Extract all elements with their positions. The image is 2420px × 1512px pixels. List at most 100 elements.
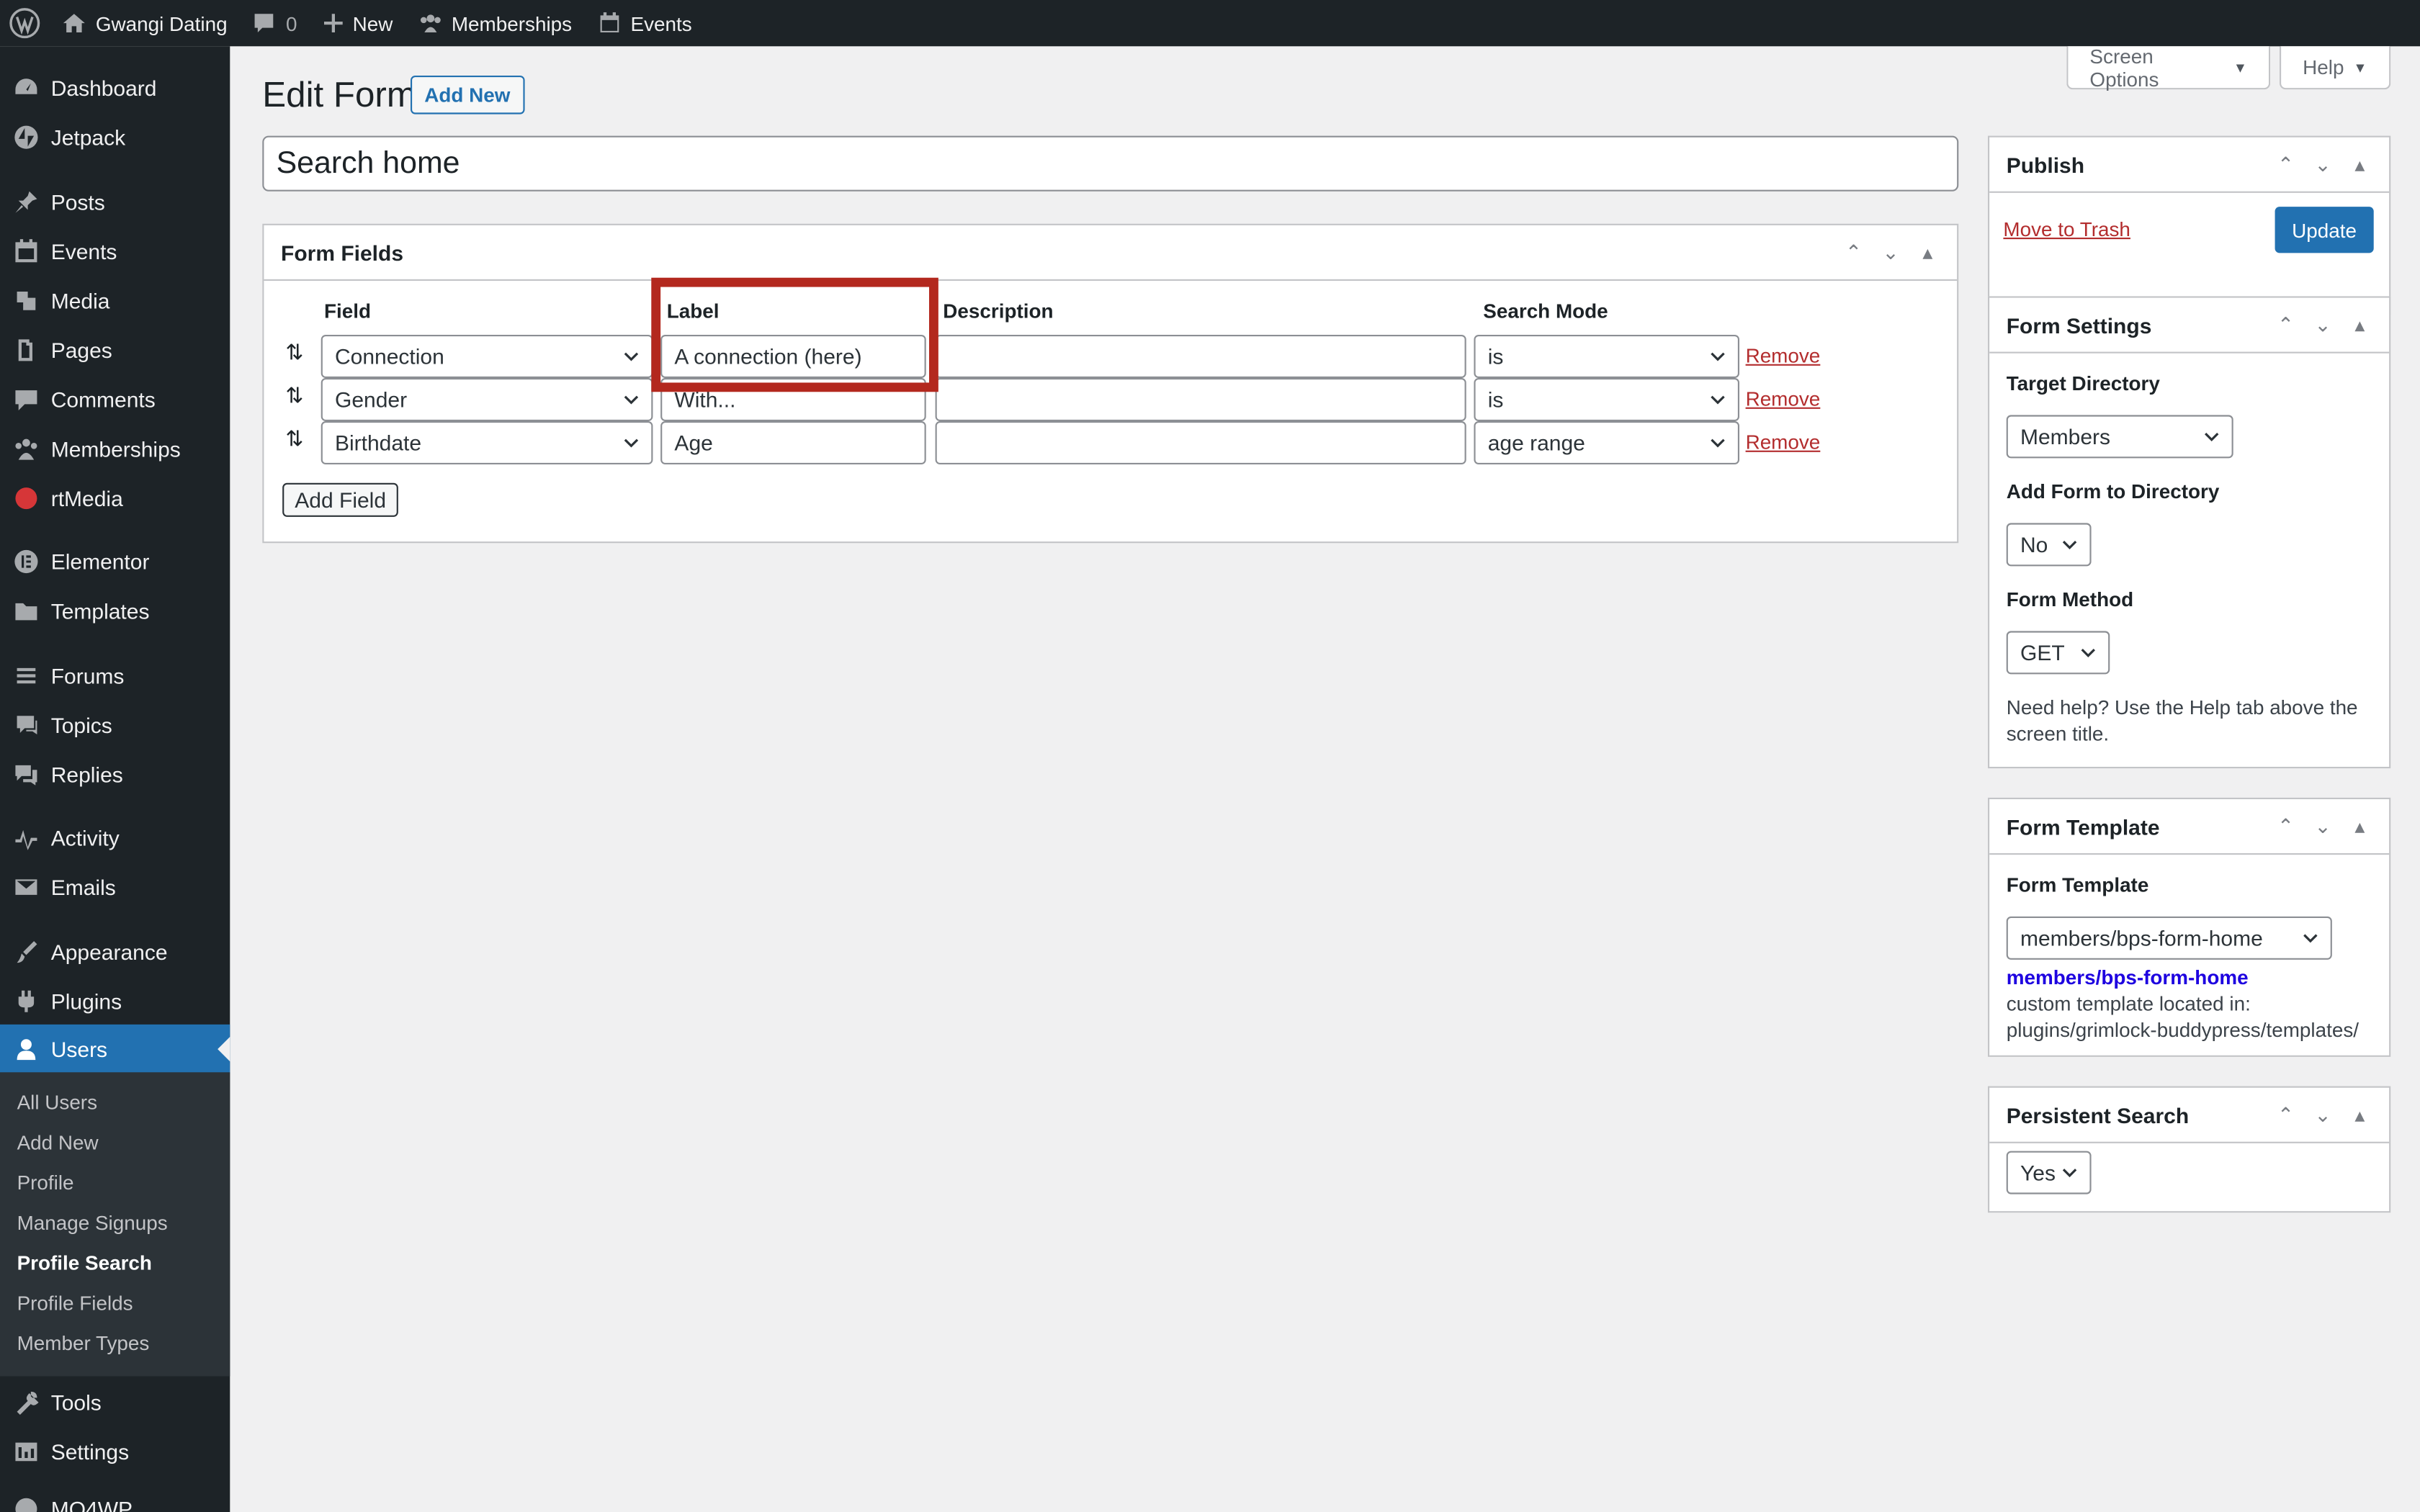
toggle-panel-icon[interactable]: ▴ — [2347, 1102, 2372, 1127]
memberships-link[interactable]: Memberships — [405, 0, 585, 46]
sidebar-item-emails[interactable]: Emails — [0, 863, 230, 912]
remove-link[interactable]: Remove — [1746, 387, 1821, 410]
submenu-manage-signups[interactable]: Manage Signups — [17, 1208, 168, 1239]
sidebar-item-appearance[interactable]: Appearance — [0, 927, 230, 977]
submenu-profile[interactable]: Profile — [17, 1168, 74, 1199]
drag-sort-icon[interactable]: ⇅ — [285, 382, 303, 408]
add-new-button[interactable]: Add New — [411, 76, 524, 114]
sidebar-item-plugins[interactable]: Plugins — [0, 976, 230, 1026]
sidebar-item-posts[interactable]: Posts — [0, 177, 230, 227]
move-down-icon[interactable]: ⌄ — [2311, 1102, 2335, 1127]
field-select-value: Gender — [335, 387, 408, 413]
sidebar-item-users[interactable]: Users — [0, 1024, 230, 1074]
toggle-panel-icon[interactable]: ▴ — [1915, 240, 1940, 264]
sidebar-item-comments[interactable]: Comments — [0, 375, 230, 425]
comments-link[interactable]: 0 — [240, 0, 310, 46]
toggle-panel-icon[interactable]: ▴ — [2347, 152, 2372, 176]
sidebar-item-topics[interactable]: Topics — [0, 701, 230, 750]
move-to-trash-link[interactable]: Move to Trash — [2003, 217, 2130, 240]
target-directory-label: Target Directory — [2006, 372, 2160, 395]
form-template-select[interactable]: members/bps-form-home — [2006, 916, 2332, 960]
search-mode-select[interactable]: is — [1474, 378, 1739, 421]
sidebar-item-pages[interactable]: Pages — [0, 325, 230, 375]
sidebar-item-events[interactable]: Events — [0, 227, 230, 276]
help-label: Help — [2303, 55, 2344, 79]
sidebar-item-label: Memberships — [50, 436, 181, 462]
target-directory-select[interactable]: Members — [2006, 415, 2233, 459]
sidebar-item-dashboard[interactable]: Dashboard — [0, 63, 230, 113]
rtmedia-icon — [0, 485, 51, 513]
move-up-icon[interactable]: ⌃ — [2273, 814, 2298, 838]
sidebar-item-elementor[interactable]: Elementor — [0, 537, 230, 587]
new-content-link[interactable]: New — [310, 0, 405, 46]
move-down-icon[interactable]: ⌄ — [2311, 152, 2335, 176]
add-to-directory-select[interactable]: No — [2006, 523, 2092, 567]
sidebar-item-replies[interactable]: Replies — [0, 750, 230, 799]
sidebar-item-templates[interactable]: Templates — [0, 586, 230, 636]
sidebar-item-forums[interactable]: Forums — [0, 651, 230, 701]
persistent-search-title: Persistent Search — [2006, 1102, 2190, 1128]
add-to-directory-value: No — [2020, 532, 2048, 557]
description-input[interactable] — [935, 378, 1466, 421]
search-mode-select[interactable]: is — [1474, 335, 1739, 378]
sidebar-item-activity[interactable]: Activity — [0, 813, 230, 863]
toggle-panel-icon[interactable]: ▴ — [2347, 312, 2372, 337]
label-input[interactable]: Age — [660, 421, 926, 464]
groups-icon — [0, 435, 51, 463]
sidebar-item-media[interactable]: Media — [0, 276, 230, 326]
field-select[interactable]: Connection — [321, 335, 653, 378]
sidebar-item-label: Settings — [50, 1439, 130, 1464]
help-button[interactable]: Help ▼ — [2280, 46, 2391, 90]
toggle-panel-icon[interactable]: ▴ — [2347, 814, 2372, 838]
replies-icon — [0, 760, 51, 788]
move-down-icon[interactable]: ⌄ — [2311, 312, 2335, 337]
site-name-link[interactable]: Gwangi Dating — [50, 0, 240, 46]
site-name: Gwangi Dating — [95, 12, 228, 35]
form-settings-header: Form Settings ⌃ ⌄ ▴ — [1989, 298, 2390, 354]
drag-sort-icon[interactable]: ⇅ — [285, 426, 303, 451]
sidebar-item-label: Comments — [50, 387, 156, 413]
update-button[interactable]: Update — [2275, 207, 2374, 253]
field-select[interactable]: Gender — [321, 378, 653, 421]
drag-sort-icon[interactable]: ⇅ — [285, 339, 303, 365]
persistent-search-select[interactable]: Yes — [2006, 1151, 2092, 1194]
users-submenu: All Users Add New Profile Manage Signups… — [0, 1072, 230, 1377]
sidebar-item-mo4wp[interactable]: MO4WP — [0, 1484, 230, 1512]
page-icon — [0, 336, 51, 364]
add-field-button[interactable]: Add Field — [282, 482, 399, 517]
wordpress-logo-icon[interactable] — [0, 0, 50, 46]
sidebar-item-settings[interactable]: Settings — [0, 1427, 230, 1477]
label-input[interactable]: With... — [660, 378, 926, 421]
form-method-select[interactable]: GET — [2006, 631, 2110, 675]
submenu-member-types[interactable]: Member Types — [17, 1328, 150, 1359]
search-mode-select[interactable]: age range — [1474, 421, 1739, 464]
sidebar-item-jetpack[interactable]: Jetpack — [0, 112, 230, 162]
label-input[interactable]: A connection (here) — [660, 335, 926, 378]
submenu-all-users[interactable]: All Users — [17, 1088, 97, 1119]
move-down-icon[interactable]: ⌄ — [1878, 240, 1903, 264]
add-to-directory-label: Add Form to Directory — [2006, 480, 2220, 503]
sidebar-item-rtmedia[interactable]: rtMedia — [0, 474, 230, 523]
sidebar-item-tools[interactable]: Tools — [0, 1378, 230, 1428]
screen-options-button[interactable]: Screen Options ▼ — [2066, 44, 2271, 90]
field-select[interactable]: Birthdate — [321, 421, 653, 464]
move-up-icon[interactable]: ⌃ — [1841, 240, 1865, 264]
move-up-icon[interactable]: ⌃ — [2273, 152, 2298, 176]
submenu-profile-search[interactable]: Profile Search — [17, 1248, 152, 1279]
remove-link[interactable]: Remove — [1746, 344, 1821, 367]
submenu-profile-fields[interactable]: Profile Fields — [17, 1288, 133, 1319]
publish-title: Publish — [2006, 152, 2085, 177]
form-title-input[interactable]: Search home — [262, 135, 1959, 192]
move-up-icon[interactable]: ⌃ — [2273, 1102, 2298, 1127]
caret-down-icon: ▼ — [2233, 59, 2247, 75]
description-input[interactable] — [935, 335, 1466, 378]
events-link[interactable]: Events — [584, 0, 704, 46]
template-link[interactable]: members/bps-form-home — [2007, 966, 2249, 989]
persistent-search-value: Yes — [2020, 1160, 2056, 1185]
sidebar-item-memberships[interactable]: Memberships — [0, 424, 230, 474]
submenu-add-new[interactable]: Add New — [17, 1128, 99, 1158]
description-input[interactable] — [935, 421, 1466, 464]
move-up-icon[interactable]: ⌃ — [2273, 312, 2298, 337]
move-down-icon[interactable]: ⌄ — [2311, 814, 2335, 838]
remove-link[interactable]: Remove — [1746, 431, 1821, 454]
